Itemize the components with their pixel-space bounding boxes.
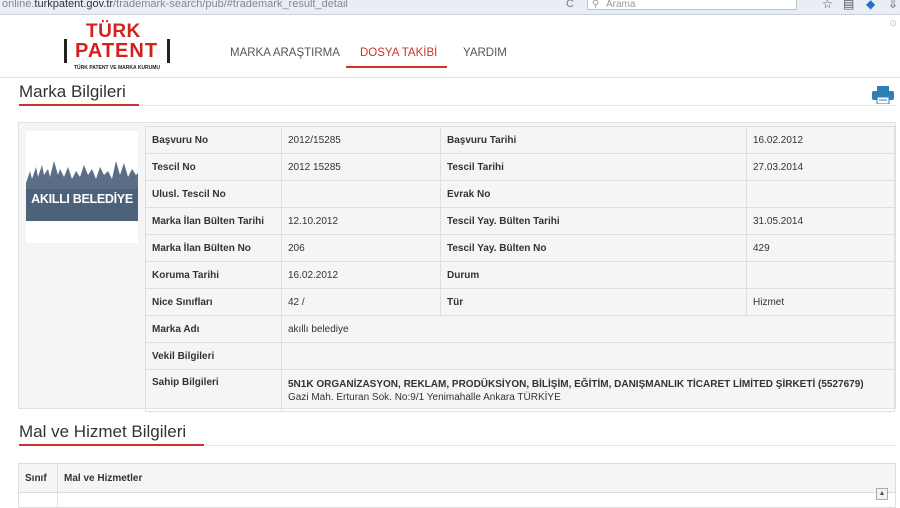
label-evrak-no: Evrak No bbox=[440, 180, 747, 208]
section-title-mal-hizmet: Mal ve Hizmet Bilgileri bbox=[19, 422, 187, 441]
value-nice-siniflari: 42 / bbox=[281, 288, 441, 316]
turkpatent-logo[interactable]: TÜRK PATENT TÜRK PATENT VE MARKA KURUMU bbox=[64, 21, 170, 73]
col-header-sinif: Sınıf bbox=[18, 463, 58, 493]
section-underline bbox=[19, 104, 139, 106]
label-tur: Tür bbox=[440, 288, 747, 316]
table-row: Nice Sınıfları 42 / Tür Hizmet bbox=[145, 288, 895, 316]
label-tescil-no: Tescil No bbox=[145, 153, 282, 181]
label-tescil-tarihi: Tescil Tarihi bbox=[440, 153, 747, 181]
label-vekil-bilgileri: Vekil Bilgileri bbox=[145, 342, 282, 370]
browser-search-input[interactable]: ⚲ Arama bbox=[587, 0, 797, 10]
goods-services-table: Sınıf Mal ve Hizmetler bbox=[18, 463, 896, 508]
value-tescil-yay-no: 429 bbox=[746, 234, 895, 262]
value-marka-adi: akıllı belediye bbox=[281, 315, 895, 343]
label-tescil-yay-no: Tescil Yay. Bülten No bbox=[440, 234, 747, 262]
label-sahip-bilgileri: Sahip Bilgileri bbox=[145, 369, 282, 412]
section-title-marka-bilgileri: Marka Bilgileri bbox=[19, 82, 126, 101]
sahip-address: Gazi Mah. Erturan Sok. No:9/1 Yenimahall… bbox=[288, 392, 561, 403]
label-ilan-bulten-tarihi: Marka İlan Bülten Tarihi bbox=[145, 207, 282, 235]
table-row bbox=[18, 492, 896, 508]
label-ulusl-tescil-no: Ulusl. Tescil No bbox=[145, 180, 282, 208]
value-basvuru-tarihi: 16.02.2012 bbox=[746, 126, 895, 154]
pocket-icon[interactable]: ◆ bbox=[866, 0, 875, 11]
logo-text-main: PATENT bbox=[75, 40, 159, 62]
value-koruma-tarihi: 16.02.2012 bbox=[281, 261, 441, 289]
brand-info-table: Başvuru No 2012/15285 Başvuru Tarihi 16.… bbox=[145, 126, 895, 412]
value-vekil-bilgileri bbox=[281, 342, 895, 370]
value-basvuru-no: 2012/15285 bbox=[281, 126, 441, 154]
label-marka-adi: Marka Adı bbox=[145, 315, 282, 343]
value-sahip-bilgileri: 5N1K ORGANİZASYON, REKLAM, PRODÜKSİYON, … bbox=[281, 369, 895, 412]
label-nice-siniflari: Nice Sınıfları bbox=[145, 288, 282, 316]
downloads-icon[interactable]: ⇩ bbox=[888, 0, 898, 11]
brand-logo-text: AKILLI BELEDİYE bbox=[31, 192, 133, 206]
table-row: Sahip Bilgileri 5N1K ORGANİZASYON, REKLA… bbox=[145, 369, 895, 412]
reading-list-icon[interactable]: ▤ bbox=[843, 0, 854, 11]
section-divider bbox=[140, 105, 896, 106]
label-koruma-tarihi: Koruma Tarihi bbox=[145, 261, 282, 289]
reload-icon[interactable]: C bbox=[566, 0, 574, 10]
value-tescil-no: 2012 15285 bbox=[281, 153, 441, 181]
sahip-name: 5N1K ORGANİZASYON, REKLAM, PRODÜKSİYON, … bbox=[288, 379, 864, 390]
value-evrak-no bbox=[746, 180, 895, 208]
value-tescil-yay-tarihi: 31.05.2014 bbox=[746, 207, 895, 235]
nav-marka-arastirma[interactable]: MARKA ARAŞTIRMA bbox=[230, 47, 340, 59]
bookmark-star-icon[interactable]: ☆ bbox=[822, 0, 833, 11]
active-nav-underline bbox=[346, 66, 447, 68]
browser-toolbar: online.turkpatent.gov.tr/trademark-searc… bbox=[0, 0, 900, 15]
table-row: Marka İlan Bülten No 206 Tescil Yay. Bül… bbox=[145, 234, 895, 262]
value-tescil-tarihi: 27.03.2014 bbox=[746, 153, 895, 181]
value-durum bbox=[746, 261, 895, 289]
label-ilan-bulten-no: Marka İlan Bülten No bbox=[145, 234, 282, 262]
table-row: Vekil Bilgileri bbox=[145, 342, 895, 370]
label-tescil-yay-tarihi: Tescil Yay. Bülten Tarihi bbox=[440, 207, 747, 235]
table-row: Ulusl. Tescil No Evrak No bbox=[145, 180, 895, 208]
value-ilan-bulten-tarihi: 12.10.2012 bbox=[281, 207, 441, 235]
print-icon[interactable] bbox=[872, 86, 894, 104]
table-row: Marka İlan Bülten Tarihi 12.10.2012 Tesc… bbox=[145, 207, 895, 235]
address-bar[interactable]: online.turkpatent.gov.tr/trademark-searc… bbox=[2, 0, 348, 10]
value-tur: Hizmet bbox=[746, 288, 895, 316]
section-underline bbox=[19, 444, 204, 446]
nav-dosya-takibi[interactable]: DOSYA TAKİBİ bbox=[360, 47, 437, 59]
value-ulusl-tescil-no bbox=[281, 180, 441, 208]
nav-yardim[interactable]: YARDIM bbox=[463, 47, 507, 59]
table-row: Marka Adı akıllı belediye bbox=[145, 315, 895, 343]
logo-bracket: PATENT bbox=[64, 39, 170, 63]
brand-logo-image: AKILLI BELEDİYE bbox=[26, 131, 138, 243]
logo-text-sub: TÜRK PATENT VE MARKA KURUMU bbox=[74, 65, 161, 71]
label-basvuru-no: Başvuru No bbox=[145, 126, 282, 154]
section-divider bbox=[205, 445, 896, 446]
table-row: Başvuru No 2012/15285 Başvuru Tarihi 16.… bbox=[145, 126, 895, 154]
search-icon: ⚲ bbox=[592, 0, 600, 10]
value-ilan-bulten-no: 206 bbox=[281, 234, 441, 262]
site-header: TÜRK PATENT TÜRK PATENT VE MARKA KURUMU bbox=[0, 15, 900, 78]
label-durum: Durum bbox=[440, 261, 747, 289]
table-header-row: Sınıf Mal ve Hizmetler bbox=[18, 463, 896, 493]
label-basvuru-tarihi: Başvuru Tarihi bbox=[440, 126, 747, 154]
table-row: Tescil No 2012 15285 Tescil Tarihi 27.03… bbox=[145, 153, 895, 181]
scroll-up-arrow-icon[interactable]: ▲ bbox=[876, 488, 888, 500]
table-row: Koruma Tarihi 16.02.2012 Durum bbox=[145, 261, 895, 289]
col-header-mal-hizmet: Mal ve Hizmetler bbox=[57, 463, 896, 493]
